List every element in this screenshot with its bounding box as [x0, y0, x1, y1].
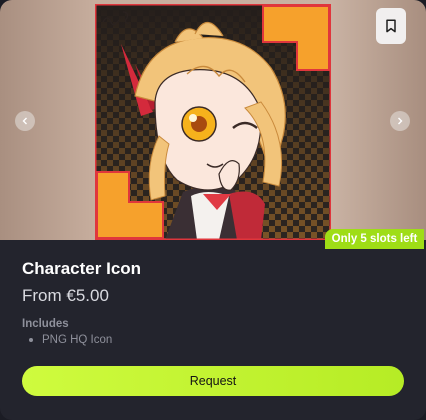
- image-gallery: [0, 0, 426, 240]
- bullet-icon: [29, 338, 33, 342]
- request-button[interactable]: Request: [22, 366, 404, 396]
- bookmark-button[interactable]: [376, 8, 406, 44]
- product-title: Character Icon: [22, 259, 142, 278]
- gallery-prev-button[interactable]: [15, 111, 35, 131]
- includes-list: PNG HQ Icon: [22, 334, 112, 346]
- includes-label: Includes: [22, 318, 69, 330]
- gallery-next-button[interactable]: [390, 111, 410, 131]
- chevron-left-icon: [22, 117, 27, 125]
- product-card: Only 5 slots left Character Icon From €5…: [0, 0, 426, 420]
- includes-item: PNG HQ Icon: [22, 334, 112, 346]
- product-price: From €5.00: [22, 286, 109, 305]
- slots-left-badge: Only 5 slots left: [325, 229, 424, 249]
- chevron-right-icon: [398, 117, 403, 125]
- character-artwork: [95, 4, 331, 240]
- includes-item-label: PNG HQ Icon: [42, 334, 113, 346]
- bookmark-icon: [386, 19, 396, 33]
